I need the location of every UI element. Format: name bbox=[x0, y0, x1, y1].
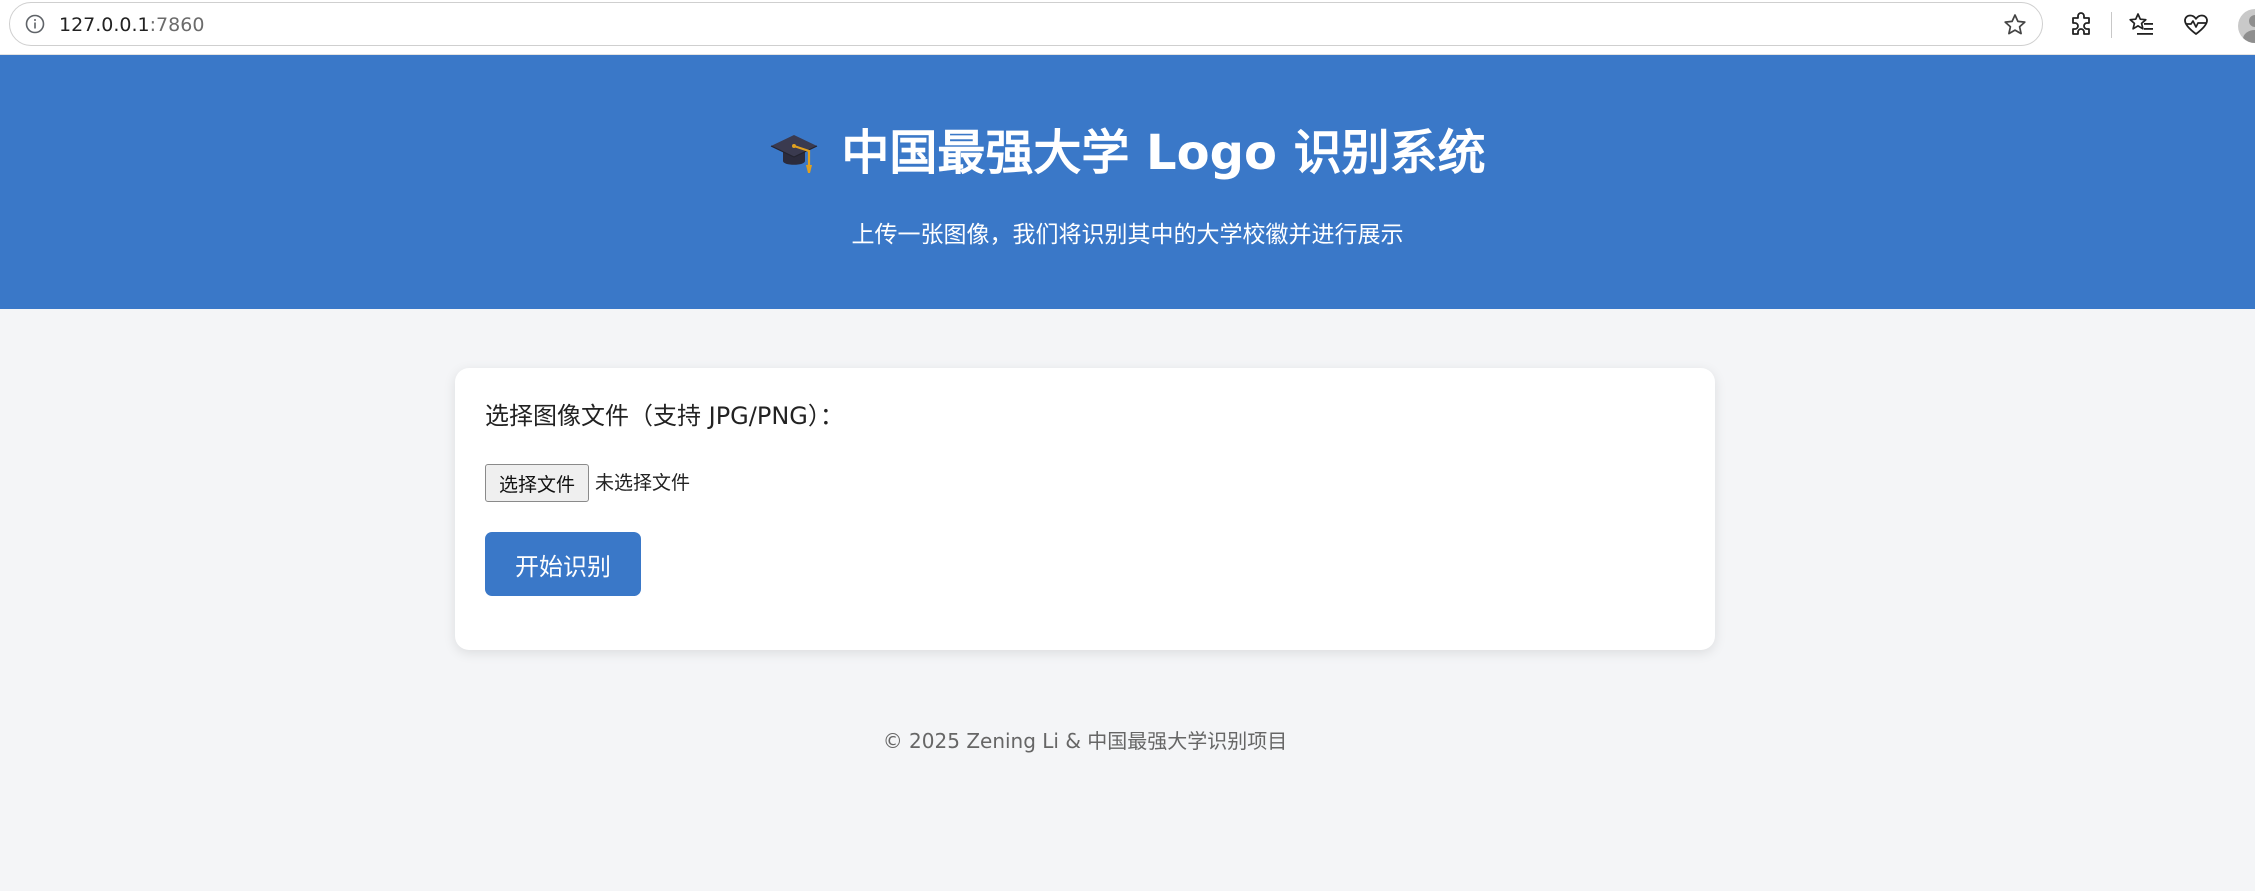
start-recognition-button[interactable]: 开始识别 bbox=[485, 532, 641, 596]
toolbar-divider bbox=[2111, 12, 2112, 38]
url-port: :7860 bbox=[149, 14, 205, 36]
page-title: 中国最强大学 Logo 识别系统 bbox=[841, 125, 1486, 181]
star-icon[interactable] bbox=[2002, 12, 2028, 38]
file-field-label: 选择图像文件（支持 JPG/PNG）： bbox=[485, 402, 844, 430]
choose-file-button[interactable]: 选择文件 bbox=[485, 464, 589, 502]
info-icon[interactable] bbox=[24, 13, 46, 35]
page-subtitle: 上传一张图像，我们将识别其中的大学校徽并进行展示 bbox=[851, 222, 1404, 248]
browser-toolbar: 127.0.0.1:7860 bbox=[0, 0, 2255, 55]
avatar-shoulders bbox=[2243, 30, 2255, 43]
page-title-row: 中国最强大学 Logo 识别系统 bbox=[0, 123, 2255, 183]
browser-essentials-icon[interactable] bbox=[2182, 11, 2210, 39]
address-bar[interactable]: 127.0.0.1:7860 bbox=[9, 2, 2043, 46]
avatar-head bbox=[2249, 15, 2255, 27]
graduation-cap-icon bbox=[771, 135, 818, 173]
extensions-icon[interactable] bbox=[2067, 11, 2095, 39]
upload-card: 选择图像文件（支持 JPG/PNG）： 选择文件 未选择文件 开始识别 bbox=[455, 368, 1715, 650]
url-text[interactable]: 127.0.0.1:7860 bbox=[59, 14, 204, 36]
page-footer: © 2025 Zening Li & 中国最强大学识别项目 bbox=[882, 729, 1288, 753]
profile-avatar[interactable] bbox=[2238, 9, 2255, 43]
page-header: 中国最强大学 Logo 识别系统 上传一张图像，我们将识别其中的大学校徽并进行展… bbox=[0, 55, 2255, 309]
file-status-text: 未选择文件 bbox=[595, 472, 691, 494]
favorites-icon[interactable] bbox=[2128, 11, 2156, 39]
url-host: 127.0.0.1 bbox=[59, 14, 150, 36]
